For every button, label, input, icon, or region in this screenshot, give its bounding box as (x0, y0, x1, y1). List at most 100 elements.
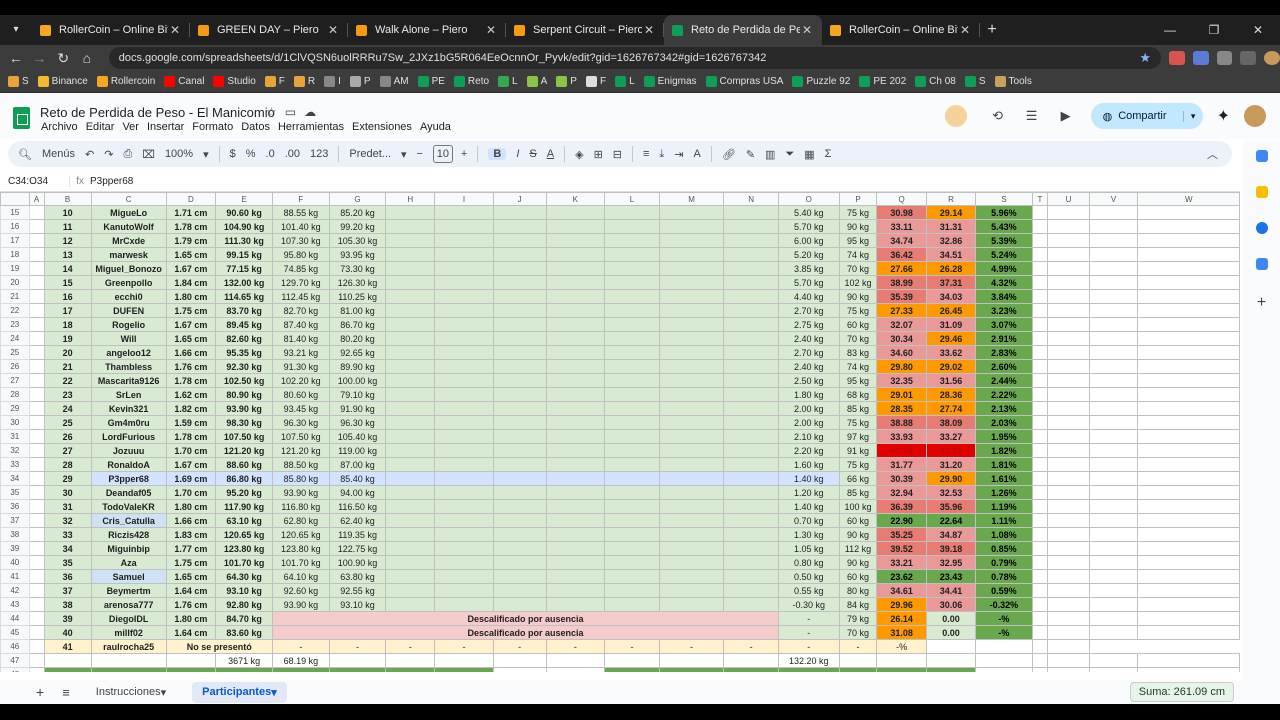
height-cell[interactable]: 1.64 cm (165, 625, 217, 640)
weight-week-cell[interactable] (385, 597, 436, 612)
bmi-initial-cell[interactable]: 34.74 (876, 233, 927, 248)
borders-icon[interactable]: ⊞ (594, 148, 603, 161)
bmi-current-cell[interactable]: 23.43 (925, 569, 977, 584)
bold-icon[interactable]: B (488, 148, 507, 160)
participant-name-cell[interactable]: MrCxde (90, 233, 167, 248)
row-header[interactable]: 23 (0, 317, 30, 332)
cell[interactable] (1088, 513, 1139, 528)
row-header[interactable]: 18 (0, 247, 30, 262)
cell[interactable] (1088, 653, 1139, 668)
bmi-initial-cell[interactable]: 41.94 (876, 443, 927, 458)
menu-item[interactable]: Ayuda (420, 121, 451, 133)
cell[interactable] (28, 261, 45, 276)
move-folder-icon[interactable]: ▭ (285, 105, 304, 119)
cell[interactable] (1031, 429, 1049, 444)
bmi-current-cell[interactable]: 31.09 (925, 317, 977, 332)
bmi-initial-cell[interactable]: 28.35 (876, 401, 927, 416)
weight-week-cell[interactable] (658, 275, 725, 290)
weight-week-cell[interactable] (434, 569, 494, 584)
cell[interactable] (1031, 555, 1049, 570)
weight-week-cell[interactable] (545, 331, 606, 346)
weight-lost-cell[interactable]: 1.80 kg (777, 387, 840, 402)
initial-weight-cell[interactable]: 86.80 kg (215, 471, 273, 486)
filter-icon[interactable]: ⏷ (785, 148, 794, 161)
weight-lost-cell[interactable]: 5.70 kg (777, 275, 840, 290)
cell[interactable] (28, 667, 45, 672)
weight-week1-cell[interactable]: 93.45 kg (271, 401, 330, 416)
bookmark-item[interactable]: Studio (213, 76, 256, 87)
cell[interactable] (1137, 359, 1240, 374)
row-header[interactable]: 34 (0, 471, 30, 486)
text-wrap-icon[interactable]: ⇥ (674, 148, 683, 161)
weight-week2-cell[interactable]: 119.35 kg (328, 527, 387, 542)
summary-block-cell[interactable] (876, 667, 927, 672)
participant-name-cell[interactable]: KanutoWolf (90, 219, 167, 234)
tab-close-icon[interactable]: ✕ (642, 23, 656, 37)
weight-week-cell[interactable] (434, 443, 494, 458)
initial-weight-cell[interactable]: 120.65 kg (215, 527, 273, 542)
weight-week-cell[interactable] (658, 457, 725, 472)
initial-weight-cell[interactable]: 63.10 kg (215, 513, 273, 528)
weight-week-cell[interactable] (385, 485, 436, 500)
maximize-icon[interactable]: ❐ (1192, 23, 1236, 37)
bookmark-item[interactable]: Rollercoin (96, 76, 155, 87)
cell[interactable] (1047, 387, 1090, 402)
weight-week2-cell[interactable]: 122.75 kg (328, 541, 387, 556)
search-menus-icon[interactable]: 🔍︎ (18, 148, 32, 161)
weight-lost-cell[interactable]: -0.30 kg (777, 597, 840, 612)
weight-week-cell[interactable] (434, 359, 494, 374)
row-header[interactable]: 35 (0, 485, 30, 500)
weight-week-cell[interactable] (434, 555, 494, 570)
weight-week-cell[interactable] (385, 205, 436, 220)
participant-number-cell[interactable]: 15 (43, 275, 92, 290)
weight-week1-cell[interactable]: 107.30 kg (271, 233, 330, 248)
cell[interactable] (28, 653, 45, 668)
weight-week-cell[interactable] (385, 541, 436, 556)
summary-block-cell[interactable] (215, 667, 273, 672)
cell[interactable] (1137, 555, 1240, 570)
cell[interactable] (1031, 275, 1049, 290)
cell[interactable] (1047, 597, 1090, 612)
participant-number-cell[interactable]: 37 (43, 583, 92, 598)
cell[interactable] (1088, 317, 1139, 332)
target-weight-cell[interactable]: 74 kg (838, 359, 878, 374)
cell[interactable] (1088, 625, 1139, 640)
participant-number-cell[interactable]: 17 (43, 303, 92, 318)
row-header[interactable]: 26 (0, 359, 30, 374)
cell[interactable] (1137, 541, 1240, 556)
strikethrough-icon[interactable]: S (529, 148, 536, 160)
cell[interactable] (492, 653, 547, 668)
column-header[interactable]: I (434, 192, 494, 206)
increase-decimal-button[interactable]: .00 (285, 148, 300, 160)
cell[interactable] (975, 639, 1033, 654)
bmi-initial-cell[interactable]: 33.93 (876, 429, 927, 444)
weight-week-cell[interactable] (492, 527, 547, 542)
browser-tab[interactable]: Walk Alone – Piero ✕ (348, 15, 506, 45)
no-show-note[interactable]: No se presentó (165, 639, 273, 654)
initial-weight-cell[interactable]: 82.60 kg (215, 331, 273, 346)
height-cell[interactable]: 1.76 cm (165, 597, 217, 612)
cell[interactable] (1137, 247, 1240, 262)
column-header[interactable]: V (1088, 192, 1139, 206)
weight-week-cell[interactable] (492, 513, 547, 528)
bmi-initial-cell[interactable]: 31.08 (876, 625, 927, 640)
weight-week-cell[interactable] (385, 429, 436, 444)
summary-block-cell[interactable] (658, 667, 725, 672)
weight-week-cell[interactable] (385, 527, 436, 542)
cell[interactable] (1031, 457, 1049, 472)
column-header[interactable]: B (43, 192, 92, 206)
weight-week-cell[interactable] (434, 233, 494, 248)
participant-name-cell[interactable]: Jozuuu (90, 443, 167, 458)
cell[interactable] (28, 555, 45, 570)
height-cell[interactable]: 1.83 cm (165, 527, 217, 542)
weight-week-cell[interactable] (723, 247, 779, 262)
weight-week1-cell[interactable]: 80.60 kg (271, 387, 330, 402)
weight-week2-cell[interactable]: 119.00 kg (328, 443, 387, 458)
history-icon[interactable]: ⟲ (987, 105, 1009, 127)
weight-week-cell[interactable] (545, 219, 606, 234)
participant-number-cell[interactable]: 25 (43, 415, 92, 430)
target-weight-cell[interactable]: 60 kg (838, 513, 878, 528)
bmi-current-cell[interactable]: 31.56 (925, 373, 977, 388)
target-weight-cell[interactable]: 90 kg (838, 555, 878, 570)
cell[interactable] (1031, 345, 1049, 360)
